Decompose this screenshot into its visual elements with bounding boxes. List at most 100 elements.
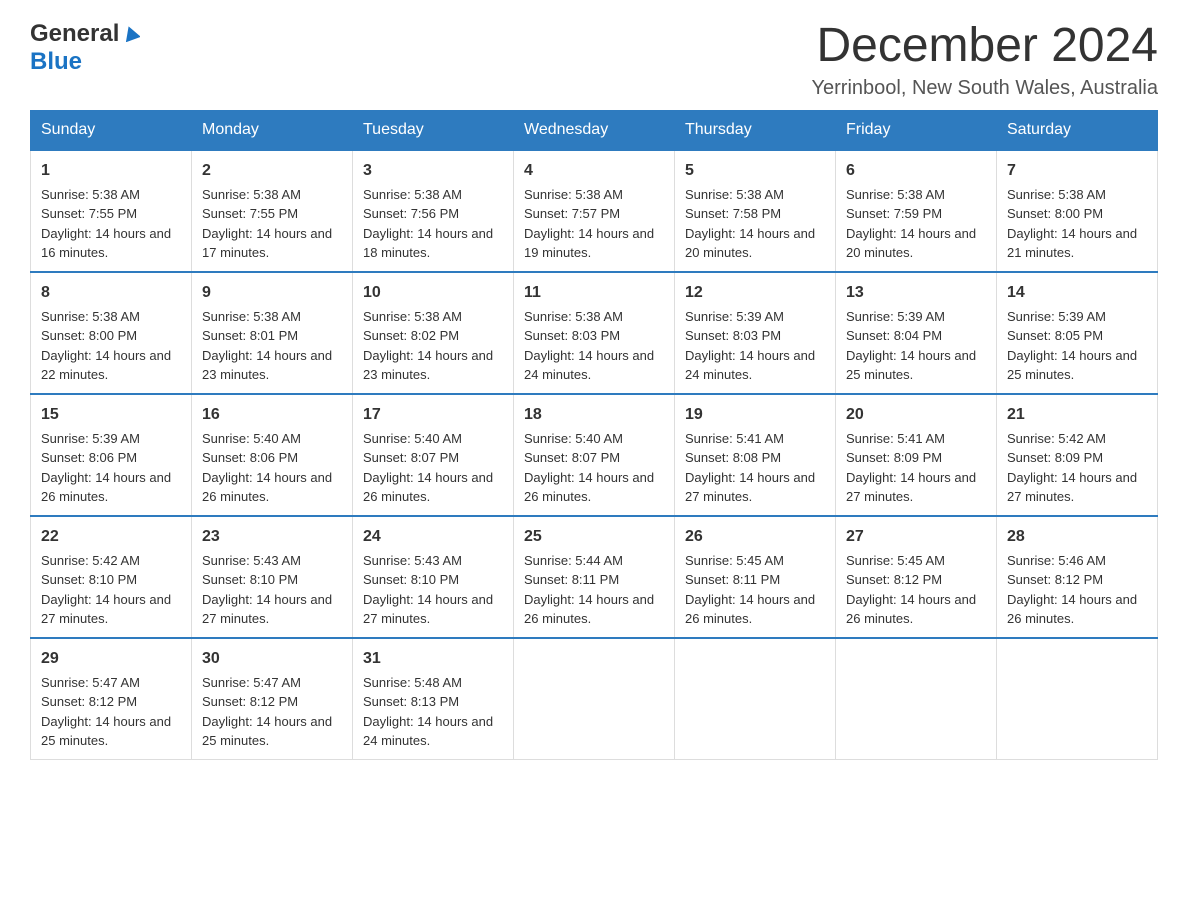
calendar-day-cell: 15 Sunrise: 5:39 AMSunset: 8:06 PMDaylig… [31, 394, 192, 516]
calendar-day-cell: 24 Sunrise: 5:43 AMSunset: 8:10 PMDaylig… [353, 516, 514, 638]
day-number: 6 [846, 159, 986, 183]
day-number: 25 [524, 525, 664, 549]
day-info: Sunrise: 5:42 AMSunset: 8:10 PMDaylight:… [41, 553, 171, 627]
day-number: 30 [202, 647, 342, 671]
day-info: Sunrise: 5:44 AMSunset: 8:11 PMDaylight:… [524, 553, 654, 627]
day-number: 9 [202, 281, 342, 305]
calendar-week-row: 15 Sunrise: 5:39 AMSunset: 8:06 PMDaylig… [31, 394, 1158, 516]
calendar-day-cell: 14 Sunrise: 5:39 AMSunset: 8:05 PMDaylig… [997, 272, 1158, 394]
calendar-day-cell: 10 Sunrise: 5:38 AMSunset: 8:02 PMDaylig… [353, 272, 514, 394]
calendar-day-cell: 19 Sunrise: 5:41 AMSunset: 8:08 PMDaylig… [675, 394, 836, 516]
logo-triangle-icon [122, 24, 140, 47]
day-number: 21 [1007, 403, 1147, 427]
calendar-day-cell: 16 Sunrise: 5:40 AMSunset: 8:06 PMDaylig… [192, 394, 353, 516]
day-number: 31 [363, 647, 503, 671]
day-info: Sunrise: 5:45 AMSunset: 8:12 PMDaylight:… [846, 553, 976, 627]
calendar-header-row: SundayMondayTuesdayWednesdayThursdayFrid… [31, 110, 1158, 150]
day-number: 11 [524, 281, 664, 305]
day-number: 28 [1007, 525, 1147, 549]
day-number: 23 [202, 525, 342, 549]
calendar-day-cell: 9 Sunrise: 5:38 AMSunset: 8:01 PMDayligh… [192, 272, 353, 394]
calendar-day-cell: 20 Sunrise: 5:41 AMSunset: 8:09 PMDaylig… [836, 394, 997, 516]
calendar-table: SundayMondayTuesdayWednesdayThursdayFrid… [30, 110, 1158, 760]
calendar-day-cell: 29 Sunrise: 5:47 AMSunset: 8:12 PMDaylig… [31, 638, 192, 760]
day-number: 16 [202, 403, 342, 427]
calendar-day-cell: 1 Sunrise: 5:38 AMSunset: 7:55 PMDayligh… [31, 150, 192, 272]
day-info: Sunrise: 5:38 AMSunset: 7:59 PMDaylight:… [846, 187, 976, 261]
day-number: 29 [41, 647, 181, 671]
day-info: Sunrise: 5:38 AMSunset: 7:55 PMDaylight:… [202, 187, 332, 261]
day-info: Sunrise: 5:43 AMSunset: 8:10 PMDaylight:… [363, 553, 493, 627]
day-info: Sunrise: 5:38 AMSunset: 7:57 PMDaylight:… [524, 187, 654, 261]
day-info: Sunrise: 5:38 AMSunset: 7:58 PMDaylight:… [685, 187, 815, 261]
day-info: Sunrise: 5:39 AMSunset: 8:03 PMDaylight:… [685, 309, 815, 383]
calendar-day-cell: 17 Sunrise: 5:40 AMSunset: 8:07 PMDaylig… [353, 394, 514, 516]
calendar-day-cell: 30 Sunrise: 5:47 AMSunset: 8:12 PMDaylig… [192, 638, 353, 760]
calendar-week-row: 29 Sunrise: 5:47 AMSunset: 8:12 PMDaylig… [31, 638, 1158, 760]
calendar-day-cell: 27 Sunrise: 5:45 AMSunset: 8:12 PMDaylig… [836, 516, 997, 638]
day-number: 13 [846, 281, 986, 305]
day-info: Sunrise: 5:48 AMSunset: 8:13 PMDaylight:… [363, 675, 493, 749]
day-number: 2 [202, 159, 342, 183]
day-number: 27 [846, 525, 986, 549]
calendar-day-cell: 13 Sunrise: 5:39 AMSunset: 8:04 PMDaylig… [836, 272, 997, 394]
day-info: Sunrise: 5:40 AMSunset: 8:07 PMDaylight:… [524, 431, 654, 505]
calendar-day-cell [997, 638, 1158, 760]
day-info: Sunrise: 5:40 AMSunset: 8:07 PMDaylight:… [363, 431, 493, 505]
day-info: Sunrise: 5:41 AMSunset: 8:09 PMDaylight:… [846, 431, 976, 505]
calendar-week-row: 8 Sunrise: 5:38 AMSunset: 8:00 PMDayligh… [31, 272, 1158, 394]
day-info: Sunrise: 5:38 AMSunset: 8:02 PMDaylight:… [363, 309, 493, 383]
title-block: December 2024 Yerrinbool, New South Wale… [812, 20, 1158, 100]
calendar-day-cell: 7 Sunrise: 5:38 AMSunset: 8:00 PMDayligh… [997, 150, 1158, 272]
calendar-day-cell [836, 638, 997, 760]
day-number: 5 [685, 159, 825, 183]
day-info: Sunrise: 5:38 AMSunset: 7:55 PMDaylight:… [41, 187, 171, 261]
day-number: 14 [1007, 281, 1147, 305]
logo: General Blue [30, 20, 140, 76]
weekday-header: Monday [192, 110, 353, 150]
calendar-day-cell: 23 Sunrise: 5:43 AMSunset: 8:10 PMDaylig… [192, 516, 353, 638]
day-info: Sunrise: 5:38 AMSunset: 8:00 PMDaylight:… [1007, 187, 1137, 261]
day-number: 1 [41, 159, 181, 183]
day-number: 7 [1007, 159, 1147, 183]
calendar-day-cell: 28 Sunrise: 5:46 AMSunset: 8:12 PMDaylig… [997, 516, 1158, 638]
logo-general-text: General [30, 20, 119, 48]
day-info: Sunrise: 5:40 AMSunset: 8:06 PMDaylight:… [202, 431, 332, 505]
calendar-day-cell: 22 Sunrise: 5:42 AMSunset: 8:10 PMDaylig… [31, 516, 192, 638]
calendar-day-cell: 26 Sunrise: 5:45 AMSunset: 8:11 PMDaylig… [675, 516, 836, 638]
calendar-day-cell: 25 Sunrise: 5:44 AMSunset: 8:11 PMDaylig… [514, 516, 675, 638]
day-info: Sunrise: 5:39 AMSunset: 8:06 PMDaylight:… [41, 431, 171, 505]
day-info: Sunrise: 5:47 AMSunset: 8:12 PMDaylight:… [202, 675, 332, 749]
day-number: 17 [363, 403, 503, 427]
day-info: Sunrise: 5:38 AMSunset: 8:03 PMDaylight:… [524, 309, 654, 383]
weekday-header: Saturday [997, 110, 1158, 150]
calendar-day-cell: 3 Sunrise: 5:38 AMSunset: 7:56 PMDayligh… [353, 150, 514, 272]
day-number: 20 [846, 403, 986, 427]
calendar-day-cell: 8 Sunrise: 5:38 AMSunset: 8:00 PMDayligh… [31, 272, 192, 394]
calendar-day-cell: 4 Sunrise: 5:38 AMSunset: 7:57 PMDayligh… [514, 150, 675, 272]
calendar-day-cell: 6 Sunrise: 5:38 AMSunset: 7:59 PMDayligh… [836, 150, 997, 272]
day-number: 18 [524, 403, 664, 427]
calendar-week-row: 1 Sunrise: 5:38 AMSunset: 7:55 PMDayligh… [31, 150, 1158, 272]
location-subtitle: Yerrinbool, New South Wales, Australia [812, 77, 1158, 100]
day-info: Sunrise: 5:38 AMSunset: 7:56 PMDaylight:… [363, 187, 493, 261]
calendar-day-cell [514, 638, 675, 760]
calendar-day-cell: 12 Sunrise: 5:39 AMSunset: 8:03 PMDaylig… [675, 272, 836, 394]
calendar-day-cell: 5 Sunrise: 5:38 AMSunset: 7:58 PMDayligh… [675, 150, 836, 272]
day-number: 22 [41, 525, 181, 549]
day-number: 12 [685, 281, 825, 305]
weekday-header: Sunday [31, 110, 192, 150]
calendar-day-cell: 18 Sunrise: 5:40 AMSunset: 8:07 PMDaylig… [514, 394, 675, 516]
day-number: 24 [363, 525, 503, 549]
page-header: General Blue December 2024 Yerrinbool, N… [30, 20, 1158, 100]
day-info: Sunrise: 5:38 AMSunset: 8:01 PMDaylight:… [202, 309, 332, 383]
day-info: Sunrise: 5:45 AMSunset: 8:11 PMDaylight:… [685, 553, 815, 627]
day-number: 3 [363, 159, 503, 183]
day-info: Sunrise: 5:47 AMSunset: 8:12 PMDaylight:… [41, 675, 171, 749]
weekday-header: Friday [836, 110, 997, 150]
day-number: 4 [524, 159, 664, 183]
day-number: 10 [363, 281, 503, 305]
weekday-header: Thursday [675, 110, 836, 150]
day-info: Sunrise: 5:38 AMSunset: 8:00 PMDaylight:… [41, 309, 171, 383]
weekday-header: Tuesday [353, 110, 514, 150]
